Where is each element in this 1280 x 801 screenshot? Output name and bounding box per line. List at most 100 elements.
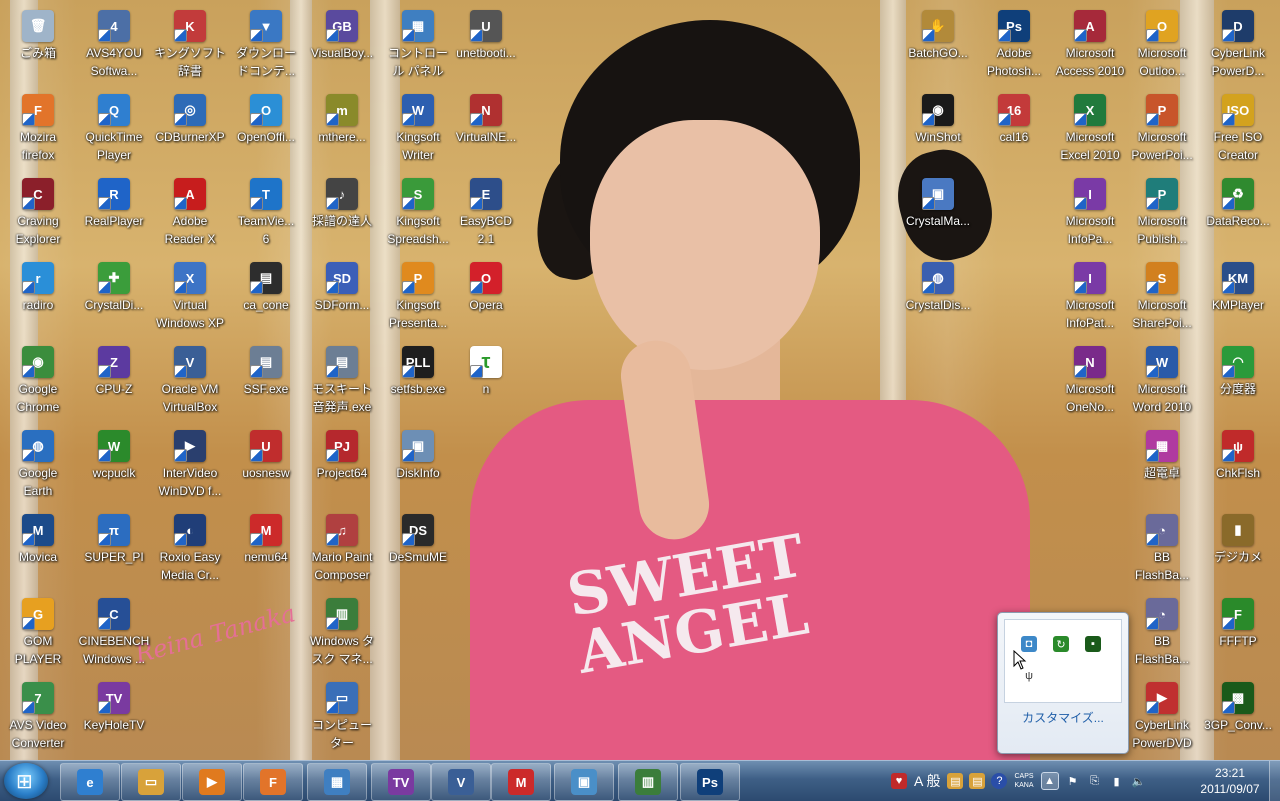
- desktop-icon[interactable]: ▶ InterVideo WinDVD f...: [152, 424, 228, 508]
- taskbar-button-keyholetv[interactable]: TV: [371, 763, 431, 801]
- desktop-icon[interactable]: P Microsoft Publish...: [1124, 172, 1200, 256]
- taskbar-button-image-viewer[interactable]: ▣: [554, 763, 614, 801]
- desktop-icon[interactable]: ♻ DataReco...: [1200, 172, 1276, 256]
- desktop-icon[interactable]: X Virtual Windows XP: [152, 256, 228, 340]
- desktop-icon[interactable]: TV KeyHoleTV: [76, 676, 152, 760]
- desktop-icon[interactable]: D CyberLink PowerD...: [1200, 4, 1276, 88]
- desktop-icon[interactable]: O Opera: [448, 256, 524, 340]
- desktop-icon[interactable]: ▦ 超電卓: [1124, 424, 1200, 508]
- ime-tool-icon[interactable]: ▤: [969, 773, 986, 789]
- desktop-icon[interactable]: r radiro: [0, 256, 76, 340]
- start-button[interactable]: [4, 763, 48, 799]
- taskbar-button-internet-explorer[interactable]: e: [60, 763, 120, 801]
- ime-dictionary-icon[interactable]: ▤: [947, 773, 964, 789]
- desktop-icon[interactable]: I Microsoft InfoPat...: [1052, 256, 1128, 340]
- show-desktop-button[interactable]: [1269, 761, 1280, 801]
- taskbar-button-explorer[interactable]: ▭: [121, 763, 181, 801]
- taskbar-button-control-panel[interactable]: ▦: [307, 763, 367, 801]
- taskbar-button-photoshop[interactable]: Ps: [680, 763, 740, 801]
- desktop-icon[interactable]: I Microsoft InfoPa...: [1052, 172, 1128, 256]
- desktop-icon[interactable]: ▤ モスキート 音発声.exe: [304, 340, 380, 424]
- desktop-icon[interactable]: ψ ChkFlsh: [1200, 424, 1276, 508]
- desktop-icon[interactable]: Q QuickTime Player: [76, 88, 152, 172]
- desktop-icon[interactable]: ▶ CyberLink PowerDVD: [1124, 676, 1200, 760]
- desktop-icon[interactable]: ◉ WinShot: [900, 88, 976, 172]
- desktop-icon[interactable]: E EasyBCD 2.1: [448, 172, 524, 256]
- desktop-icon[interactable]: 🗑 ごみ箱: [0, 4, 76, 88]
- desktop-icon[interactable]: SD SDForm...: [304, 256, 380, 340]
- desktop-icon[interactable]: C Craving Explorer: [0, 172, 76, 256]
- desktop-icon[interactable]: ▥ Windows タ スク マネ...: [304, 592, 380, 676]
- usb-tray-icon[interactable]: ψ: [1021, 668, 1037, 684]
- desktop-icon[interactable]: V Oracle VM VirtualBox: [152, 340, 228, 424]
- monitor-tray-icon[interactable]: ▪: [1085, 636, 1101, 652]
- desktop-icon[interactable]: N Microsoft OneNo...: [1052, 340, 1128, 424]
- desktop-icon[interactable]: Ps Adobe Photosh...: [976, 4, 1052, 88]
- desktop-icon[interactable]: PJ Project64: [304, 424, 380, 508]
- desktop-icon[interactable]: S Microsoft SharePoi...: [1124, 256, 1200, 340]
- desktop-icon[interactable]: 4 AVS4YOU Softwa...: [76, 4, 152, 88]
- desktop-icon[interactable]: K キングソフト 辞書: [152, 4, 228, 88]
- desktop-icon[interactable]: ISO Free ISO Creator: [1200, 88, 1276, 172]
- desktop-icon[interactable]: ◔ BB FlashBa...: [1124, 508, 1200, 592]
- desktop-icon[interactable]: G GOM PLAYER: [0, 592, 76, 676]
- network-signal-icon[interactable]: ▮: [1109, 773, 1125, 789]
- taskbar-button-media-player[interactable]: ▶: [182, 763, 242, 801]
- desktop-icon[interactable]: GB VisualBoy...: [304, 4, 380, 88]
- desktop-icon[interactable]: π SUPER_PI: [76, 508, 152, 592]
- desktop-icon[interactable]: 16 cal16: [976, 88, 1052, 172]
- help-icon[interactable]: ?: [991, 773, 1008, 789]
- desktop-icon[interactable]: M Movica: [0, 508, 76, 592]
- desktop-icon[interactable]: m mthere...: [304, 88, 380, 172]
- desktop-icon[interactable]: KM KMPlayer: [1200, 256, 1276, 340]
- desktop-icon[interactable]: ✋ BatchGO...: [900, 4, 976, 88]
- desktop-icon[interactable]: W Microsoft Word 2010: [1124, 340, 1200, 424]
- desktop-icon[interactable]: ◐ Roxio Easy Media Cr...: [152, 508, 228, 592]
- desktop-icon[interactable]: 7 AVS Video Converter: [0, 676, 76, 760]
- desktop-icon[interactable]: ◔ BB FlashBa...: [1124, 592, 1200, 676]
- desktop-icon[interactable]: O OpenOffi...: [228, 88, 304, 172]
- desktop-icon[interactable]: ▣ CrystalMa...: [900, 172, 976, 256]
- desktop-icon[interactable]: ◠ 分度器: [1200, 340, 1276, 424]
- desktop-icon[interactable]: DS DeSmuME: [380, 508, 456, 592]
- desktop-icon[interactable]: ◍ CrystalDis...: [900, 256, 976, 340]
- taskbar-button-task-manager[interactable]: ▥: [618, 763, 678, 801]
- desktop-icon[interactable]: O Microsoft Outloo...: [1124, 4, 1200, 88]
- ime-indicator[interactable]: A 般: [914, 771, 940, 791]
- desktop-icon[interactable]: ✚ CrystalDi...: [76, 256, 152, 340]
- show-hidden-icons-chevron-icon[interactable]: ▲: [1040, 772, 1059, 790]
- desktop-icon[interactable]: ◎ CDBurnerXP: [152, 88, 228, 172]
- desktop-icon[interactable]: PLL setfsb.exe: [380, 340, 456, 424]
- desktop-icon[interactable]: ◍ Google Earth: [0, 424, 76, 508]
- desktop-icon[interactable]: τn: [448, 340, 524, 424]
- desktop-icon[interactable]: ▼ ダウンロー ドコンテ...: [228, 4, 304, 88]
- desktop-icon[interactable]: A Microsoft Access 2010: [1052, 4, 1128, 88]
- desktop-icon[interactable]: ▩ 3GP_Conv...: [1200, 676, 1276, 760]
- desktop-icon[interactable]: ♪ 採譜の達人: [304, 172, 380, 256]
- taskbar-button-firefox[interactable]: F: [243, 763, 303, 801]
- desktop-icon[interactable]: F Mozira firefox: [0, 88, 76, 172]
- desktop-icon[interactable]: Wwcpuclk: [76, 424, 152, 508]
- desktop-icon[interactable]: N VirtualNE...: [448, 88, 524, 172]
- sync-tray-icon[interactable]: ↻: [1053, 636, 1069, 652]
- desktop-icon[interactable]: ♫ Mario Paint Composer: [304, 508, 380, 592]
- clock[interactable]: 23:21 2011/09/07: [1192, 765, 1268, 797]
- desktop-icon[interactable]: P Microsoft PowerPoi...: [1124, 88, 1200, 172]
- customize-link[interactable]: カスタマイズ...: [998, 709, 1128, 726]
- desktop-icon[interactable]: A Adobe Reader X: [152, 172, 228, 256]
- desktop-icon[interactable]: Uunetbooti...: [448, 4, 524, 88]
- desktop-icon[interactable]: Uuosnesw: [228, 424, 304, 508]
- desktop-icon[interactable]: F FFFTP: [1200, 592, 1276, 676]
- desktop-icon[interactable]: X Microsoft Excel 2010: [1052, 88, 1128, 172]
- desktop-icon[interactable]: ▤ SSF.exe: [228, 340, 304, 424]
- desktop-icon[interactable]: R RealPlayer: [76, 172, 152, 256]
- desktop-icon[interactable]: ▣ DiskInfo: [380, 424, 456, 508]
- desktop-icon[interactable]: Mnemu64: [228, 508, 304, 592]
- taskbar-button-mario[interactable]: M: [491, 763, 551, 801]
- desktop-icon[interactable]: P Kingsoft Presenta...: [380, 256, 456, 340]
- alert-tray-icon[interactable]: ♥: [891, 773, 907, 789]
- volume-icon[interactable]: 🔈: [1131, 773, 1147, 789]
- desktop-icon[interactable]: W Kingsoft Writer: [380, 88, 456, 172]
- desktop-icon[interactable]: ▮ デジカメ: [1200, 508, 1276, 592]
- desktop-icon[interactable]: ◉ Google Chrome: [0, 340, 76, 424]
